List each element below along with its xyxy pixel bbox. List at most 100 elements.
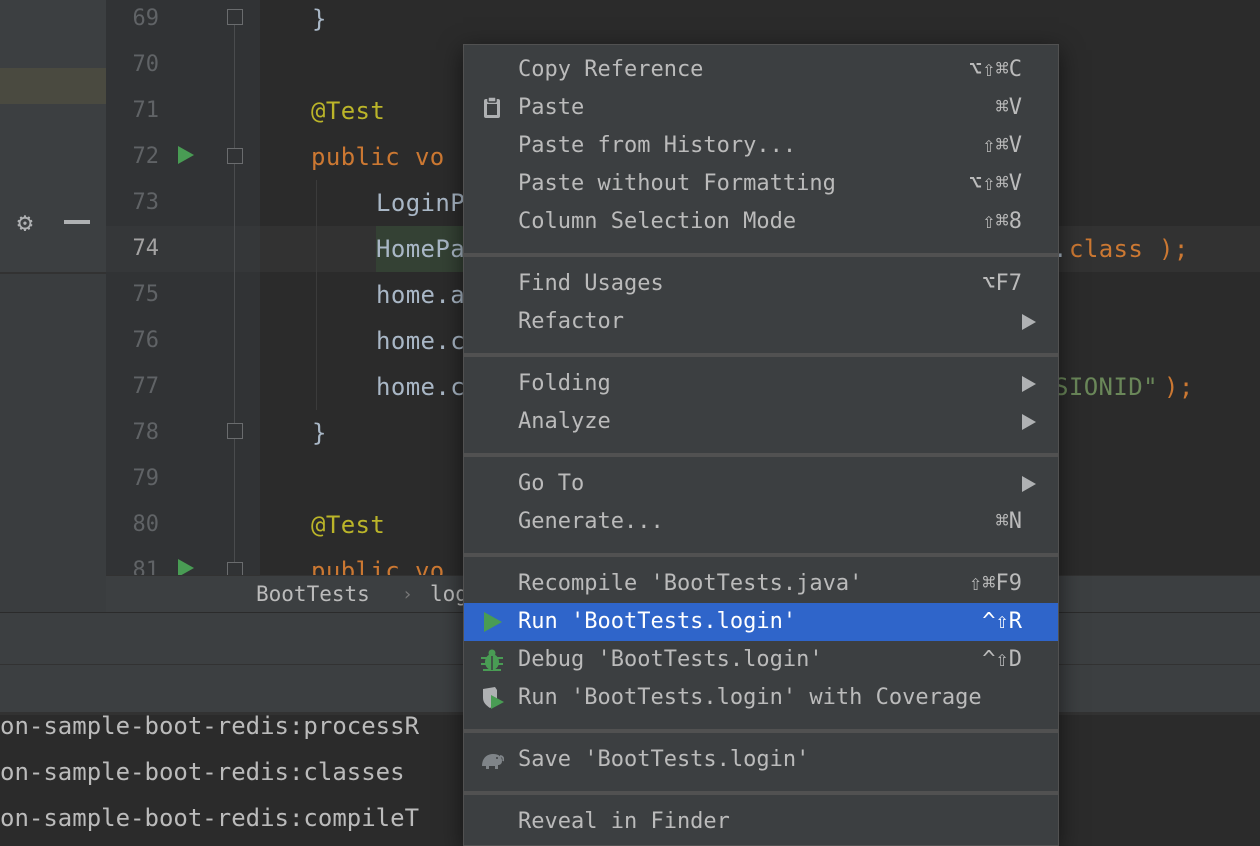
line-number: 72 [132,144,160,169]
debug-icon [481,649,503,671]
code-line: 69 } [106,0,1260,42]
menu-item-go-to[interactable]: Go To [464,465,1058,503]
menu-item-label: Refactor [518,309,624,334]
menu-item-label: Paste [518,95,585,120]
menu-item-save-configuration[interactable]: Save 'BootTests.login' [464,741,1058,779]
fold-start-icon[interactable] [227,562,243,575]
menu-item-shortcut: ⇧⌘8 [982,209,1022,234]
code-text: ); [1159,235,1189,263]
submenu-arrow-icon [1022,414,1036,430]
breadcrumb-separator: › [402,584,413,605]
menu-item-shortcut: ⌥⇧⌘C [969,57,1022,82]
menu-item-label: Column Selection Mode [518,209,797,234]
gear-icon[interactable]: ⚙ [10,208,40,238]
menu-item-shortcut: ⇧⌘F9 [969,571,1022,596]
menu-item-copy-reference[interactable]: Copy Reference ⌥⇧⌘C [464,51,1058,89]
editor-context-menu: Copy Reference ⌥⇧⌘C Paste ⌘V Paste from … [463,44,1059,846]
menu-item-column-selection-mode[interactable]: Column Selection Mode ⇧⌘8 [464,203,1058,241]
menu-item-find-usages[interactable]: Find Usages ⌥F7 [464,265,1058,303]
line-number: 69 [132,6,160,31]
run-test-gutter-icon[interactable] [178,146,194,164]
selected-tree-row[interactable] [0,68,106,104]
code-text: LoginP [376,189,466,217]
line-number: 76 [132,328,160,353]
menu-item-shortcut: ⌥⇧⌘V [969,171,1022,196]
line-number: 73 [132,190,160,215]
menu-separator [464,553,1058,557]
menu-item-run-with-coverage[interactable]: Run 'BootTests.login' with Coverage [464,679,1058,717]
minus-icon[interactable] [64,220,90,224]
menu-item-paste-from-history[interactable]: Paste from History... ⇧⌘V [464,127,1058,165]
menu-item-debug[interactable]: Debug 'BootTests.login' ^⇧D [464,641,1058,679]
fold-end-icon[interactable] [227,9,243,25]
menu-item-paste-without-formatting[interactable]: Paste without Formatting ⌥⇧⌘V [464,165,1058,203]
menu-item-label: Generate... [518,509,664,534]
menu-item-shortcut: ⇧⌘V [982,133,1022,158]
menu-item-shortcut: ⌥F7 [982,271,1022,296]
console-line: on-sample-boot-redis:processR [0,712,420,740]
code-text: home.c [376,373,466,401]
submenu-arrow-icon [1022,476,1036,492]
menu-item-label: Reveal in Finder [518,809,730,834]
menu-separator [464,253,1058,257]
menu-item-label: Recompile 'BootTests.java' [518,571,863,596]
line-number: 80 [132,512,160,537]
structure-tool-panel [0,274,106,612]
line-number: 78 [132,420,160,445]
menu-item-shortcut: ⌘V [995,95,1023,120]
line-number: 74 [132,236,160,261]
annotation-text: @Test [311,511,386,539]
line-number: 79 [132,466,160,491]
line-number: 71 [132,98,160,123]
submenu-arrow-icon [1022,314,1036,330]
menu-item-label: Debug 'BootTests.login' [518,647,823,672]
code-text: home.a [376,281,466,309]
menu-item-label: Run 'BootTests.login' [518,609,797,634]
menu-item-generate[interactable]: Generate... ⌘N [464,503,1058,541]
menu-item-label: Analyze [518,409,611,434]
menu-item-folding[interactable]: Folding [464,365,1058,403]
code-text: home.c [376,327,466,355]
gradle-elephant-icon [482,754,504,769]
menu-item-shortcut: ⌘N [995,509,1023,534]
line-number: 75 [132,282,160,307]
menu-item-label: Folding [518,371,611,396]
line-number: 77 [132,374,160,399]
fold-end-icon[interactable] [227,423,243,439]
string-text: SIONID" [1054,373,1158,401]
breadcrumb-class[interactable]: BootTests [256,576,370,613]
menu-item-label: Save 'BootTests.login' [518,747,810,772]
menu-item-refactor[interactable]: Refactor [464,303,1058,341]
code-text: public vo [311,557,445,575]
annotation-text: @Test [311,97,386,125]
menu-item-label: Go To [518,471,585,496]
menu-item-shortcut: ^⇧D [982,647,1022,672]
submenu-arrow-icon [1022,376,1036,392]
line-number: 70 [132,52,160,77]
fold-start-icon[interactable] [227,148,243,164]
menu-separator [464,729,1058,733]
console-line: on-sample-boot-redis:compileT [0,804,420,832]
menu-item-label: Paste without Formatting [518,171,836,196]
code-text: } [312,5,327,33]
menu-item-label: Run 'BootTests.login' with Coverage [518,685,982,710]
menu-item-label: Paste from History... [518,133,797,158]
coverage-icon [483,687,504,709]
menu-item-reveal-in-finder[interactable]: Reveal in Finder [464,803,1058,841]
run-test-gutter-icon[interactable] [178,559,194,575]
code-text: ); [1164,373,1194,401]
menu-item-recompile[interactable]: Recompile 'BootTests.java' ⇧⌘F9 [464,565,1058,603]
line-number: 81 [132,558,160,575]
menu-item-label: Copy Reference [518,57,704,82]
console-line: on-sample-boot-redis:classes [0,758,405,786]
run-icon [484,612,502,632]
menu-item-shortcut: ^⇧R [982,609,1022,634]
keyword-text: class [1069,235,1144,263]
menu-separator [464,791,1058,795]
code-text: HomePa [376,226,466,272]
menu-item-run[interactable]: Run 'BootTests.login' ^⇧R [464,603,1058,641]
menu-item-analyze[interactable]: Analyze [464,403,1058,441]
menu-item-paste[interactable]: Paste ⌘V [464,89,1058,127]
menu-separator [464,453,1058,457]
code-text: public vo [311,143,445,171]
